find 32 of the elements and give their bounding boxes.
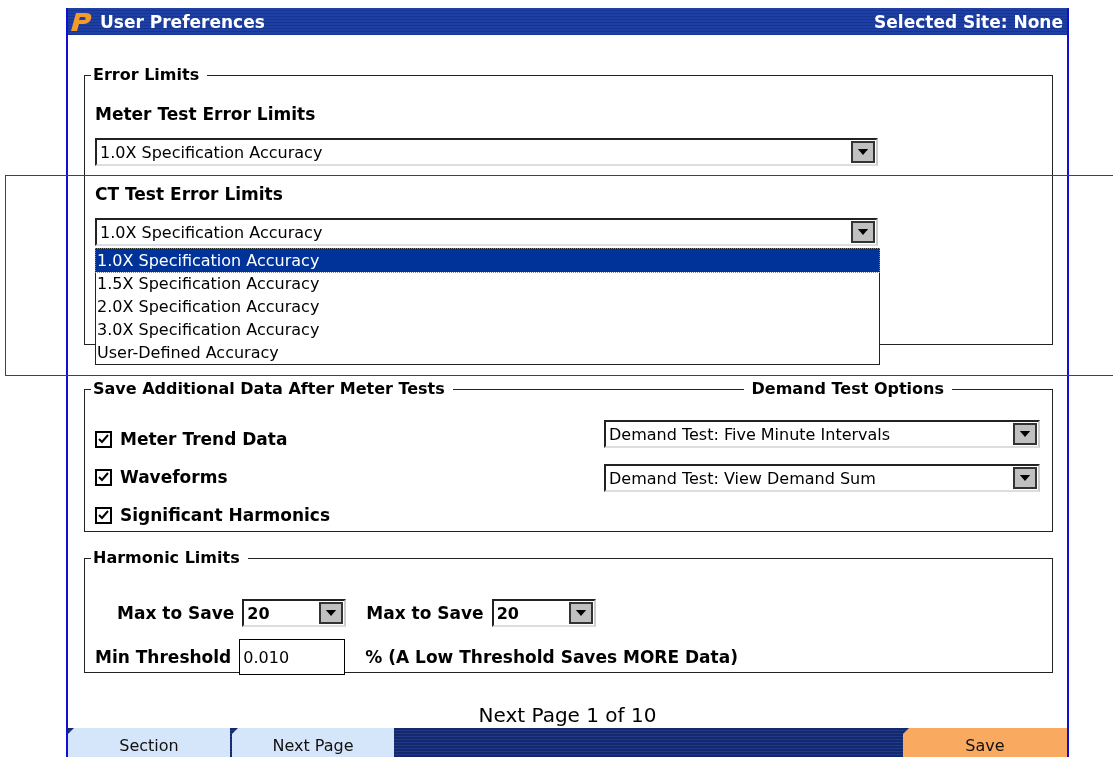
checkbox[interactable] [95,430,112,448]
checkbox-label: Significant Harmonics [120,505,331,525]
page-indicator: Next Page 1 of 10 [478,702,657,728]
tab-button[interactable]: Section [68,728,230,757]
field-label: Meter Test Error Limits [95,104,317,126]
dropdown-option[interactable]: 1.0X Specification Accuracy [96,249,879,272]
hint-text: % (A Low Threshold Saves MORE Data) [365,647,738,667]
window-title: User Preferences [100,11,265,32]
field-label: Max to Save [366,603,484,623]
field-label: Max to Save [117,603,235,623]
selected-site-text: Selected Site: None [874,11,1063,32]
group-legend: Demand Test Options [743,379,952,399]
dropdown-option[interactable]: 3.0X Specification Accuracy [96,318,879,341]
tab-button[interactable]: Next Page [232,728,394,757]
logo-icon [70,11,92,32]
dropdown-field[interactable]: Demand Test: View Demand Sum [604,464,1040,492]
dropdown-option[interactable]: User-Defined Accuracy [96,341,879,364]
checkbox[interactable] [95,468,112,486]
field-label: Min Threshold [95,647,232,667]
checkbox-label: Waveforms [120,467,228,487]
dropdown-option[interactable]: 1.5X Specification Accuracy [96,272,879,295]
input-field[interactable]: 0.010 [239,639,346,675]
dropdown-field[interactable]: 1.0X Specification Accuracy [95,138,878,166]
dropdown-field[interactable]: Demand Test: Five Minute Intervals [604,420,1040,448]
dropdown-field[interactable]: 1.0X Specification Accuracy [95,218,878,246]
dropdown-field[interactable]: 20 [491,599,596,627]
dropdown-option[interactable]: 2.0X Specification Accuracy [96,295,879,318]
field-label: CT Test Error Limits [95,184,284,206]
checkbox[interactable] [95,506,112,524]
checkbox-label: Meter Trend Data [120,429,288,449]
save-button[interactable]: Save [903,728,1067,757]
dropdown-field[interactable]: 20 [242,599,347,627]
